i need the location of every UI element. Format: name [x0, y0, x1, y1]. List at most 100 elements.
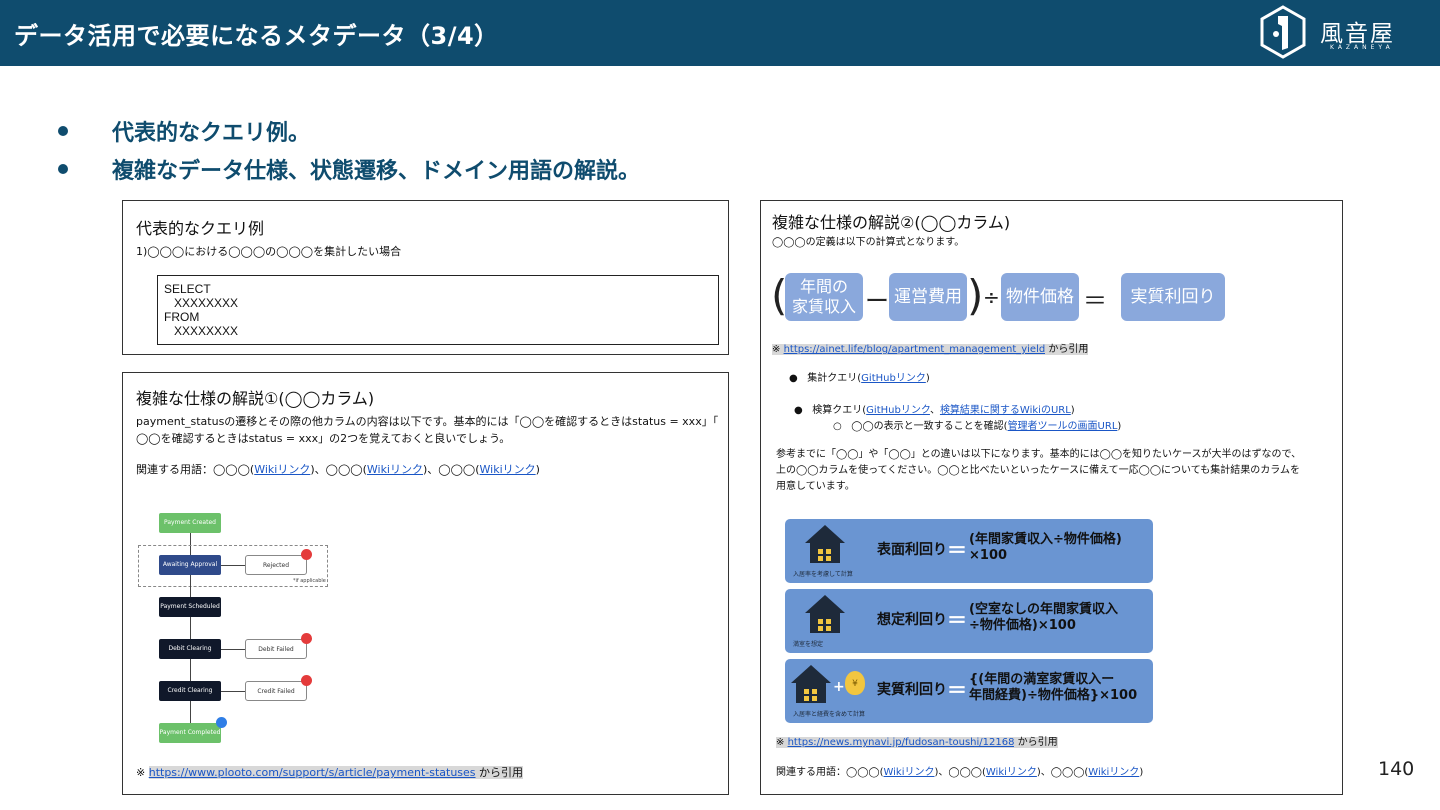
wiki-link[interactable]: Wikiリンク [1088, 767, 1139, 778]
formula-box-text: 家賃収入 [791, 297, 856, 316]
formula-minus: ー [865, 287, 889, 315]
terms-label: 関連する用語：◯◯◯( [776, 767, 884, 778]
flow-connector [190, 617, 191, 639]
slide-title: データ活用で必要になるメタデータ（3/4） [14, 22, 499, 50]
flow-node-payment-created: Payment Created [159, 513, 221, 533]
sql-line: XXXXXXXX [164, 324, 239, 338]
reference-note-line: 参考までに「◯◯」や「◯◯」との違いは以下になります。基本的には◯◯を知りたいケ… [776, 449, 1302, 460]
terms-separator: )、◯◯◯( [934, 767, 986, 778]
source-link[interactable]: https://ainet.life/blog/apartment_manage… [783, 344, 1046, 355]
yield-card-formula: {(年間の満室家賃収入ー 年間経費)÷物件価格}×100 [969, 672, 1137, 704]
panel-title: 代表的なクエリ例 [136, 219, 265, 238]
source-citation: ※ https://ainet.life/blog/apartment_mana… [772, 342, 1089, 358]
yield-card-caption: 入居率を考慮して計算 [793, 571, 853, 578]
search-query-label: 検算クエリ( [812, 405, 867, 416]
yield-formula-line: 年間経費)÷物件価格}×100 [969, 688, 1138, 703]
terms-end: ) [1139, 767, 1144, 778]
admin-tool-link[interactable]: 管理者ツールの画面URL [1008, 421, 1118, 432]
yield-card-formula: (空室なしの年間家賃収入 ÷物件価格)×100 [969, 602, 1118, 634]
house-icon [791, 665, 831, 705]
payment-status-flow-diagram: Payment Created Awaiting Approval Reject… [123, 373, 730, 796]
bullet-item: 代表的なクエリ例。 [58, 112, 640, 150]
bullet-item: 複雑なデータ仕様、状態遷移、ドメイン用語の解説。 [58, 150, 640, 188]
if-applicable-note: *if applicable [293, 578, 326, 584]
sub-bullet-end: ) [1117, 421, 1122, 432]
source-prefix: ※ [136, 766, 149, 779]
yield-card-caption: 満室を想定 [793, 641, 824, 648]
logo-text: 風音屋 [1320, 21, 1395, 47]
yield-formula: ( 年間の 家賃収入 ー 運営費用 ) ÷ 物件価格 ＝ 実質利回り [761, 201, 1344, 331]
yield-card-caption: 入居率と経費を含めて計算 [793, 711, 866, 718]
error-dot-icon [301, 549, 312, 560]
yield-formula-line: (年間家賃収入÷物件価格) [969, 532, 1122, 547]
sql-code-block: SELECT XXXXXXXX FROM XXXXXXXX [157, 275, 719, 345]
yield-card-equals: ＝ [947, 608, 967, 632]
flow-connector [221, 565, 245, 566]
list-sub-bullet: ○ [833, 421, 852, 432]
wiki-link[interactable]: Wikiリンク [986, 767, 1037, 778]
github-link[interactable]: GitHubリンク [866, 405, 930, 416]
search-separator: 、 [929, 405, 940, 416]
slide-header: データ活用で必要になるメタデータ（3/4） 風音屋 KAZANEYA [0, 0, 1440, 66]
formula-box-property-price: 物件価格 [1001, 273, 1079, 321]
spec-explanation-panel-1: 複雑な仕様の解説①(◯◯カラム) payment_statusの遷移とその際の他… [122, 372, 729, 795]
kazaneya-logo: 風音屋 KAZANEYA [1258, 4, 1408, 62]
verification-sub-item: ○ ◯◯の表示と一致することを確認(管理者ツールの画面URL) [833, 419, 1121, 435]
flow-connector [190, 659, 191, 681]
flow-node-awaiting-approval: Awaiting Approval [159, 555, 221, 575]
formula-close-paren: ) [967, 271, 984, 320]
sql-line: XXXXXXXX [164, 296, 239, 310]
flow-node-rejected: Rejected [245, 555, 307, 575]
source-suffix: から引用 [475, 766, 524, 779]
bullet-text: 代表的なクエリ例。 [112, 121, 311, 146]
aggregation-query-item: ● 集計クエリ(GitHubリンク) [789, 371, 930, 387]
formula-equals: ＝ [1083, 287, 1107, 315]
formula-divide: ÷ [983, 285, 1000, 309]
yield-card-title: 想定利回り [877, 612, 947, 628]
logo-subtext: KAZANEYA [1330, 44, 1394, 51]
source-link[interactable]: https://news.mynavi.jp/fudosan-toushi/12… [787, 737, 1015, 748]
bullet-list: 代表的なクエリ例。 複雑なデータ仕様、状態遷移、ドメイン用語の解説。 [58, 112, 640, 188]
sub-bullet-label: ◯◯の表示と一致することを確認( [851, 421, 1008, 432]
formula-box-text: 年間の [799, 277, 848, 296]
yield-card-title: 表面利回り [877, 542, 947, 558]
yield-card-surface: 入居率を考慮して計算 表面利回り ＝ (年間家賃収入÷物件価格) ×100 [785, 519, 1153, 583]
check-dot-icon [216, 717, 227, 728]
reference-note-line: 上の◯◯カラムを使ってください。◯◯と比べたいといったケースに備えて一応◯◯につ… [776, 465, 1300, 476]
yield-card-actual: + ¥ 入居率と経費を含めて計算 実質利回り ＝ {(年間の満室家賃収入ー 年間… [785, 659, 1153, 723]
page-number: 140 [1378, 758, 1415, 780]
yield-card-equals: ＝ [947, 678, 967, 702]
query-example-panel: 代表的なクエリ例 1)◯◯◯における◯◯◯の◯◯◯を集計したい場合 SELECT… [122, 200, 729, 355]
source-citation: ※ https://www.plooto.com/support/s/artic… [136, 764, 524, 781]
formula-box-actual-yield: 実質利回り [1121, 273, 1225, 321]
plus-icon: + [833, 679, 845, 695]
source-link[interactable]: https://www.plooto.com/support/s/article… [148, 766, 476, 779]
source-suffix: から引用 [1045, 344, 1089, 355]
flow-node-credit-failed: Credit Failed [245, 681, 307, 701]
yield-formula-line: {(年間の満室家賃収入ー [969, 672, 1115, 687]
house-icon [805, 595, 845, 635]
github-link[interactable]: GitHubリンク [861, 373, 926, 384]
yield-card-equals: ＝ [947, 538, 967, 562]
query-description: 1)◯◯◯における◯◯◯の◯◯◯を集計したい場合 [136, 245, 402, 258]
source-prefix: ※ [772, 344, 784, 355]
formula-box-operating-cost: 運営費用 [889, 273, 967, 321]
flow-connector [190, 575, 191, 597]
yield-formula-line: ×100 [969, 548, 1008, 563]
flow-connector [190, 701, 191, 723]
verification-wiki-link[interactable]: 検算結果に関するWikiのURL [940, 405, 1071, 416]
agg-query-end: ) [925, 373, 930, 384]
flow-node-debit-failed: Debit Failed [245, 639, 307, 659]
sql-line: SELECT [164, 282, 211, 296]
bullet-dot-icon [58, 164, 68, 174]
error-dot-icon [301, 675, 312, 686]
list-bullet: ● [794, 405, 813, 416]
wiki-link[interactable]: Wikiリンク [883, 767, 934, 778]
yield-card-estimated: 満室を想定 想定利回り ＝ (空室なしの年間家賃収入 ÷物件価格)×100 [785, 589, 1153, 653]
logo-mark-icon [1260, 5, 1306, 59]
money-bag-icon: ¥ [845, 671, 865, 695]
source-prefix: ※ [776, 737, 788, 748]
formula-box-annual-rent: 年間の 家賃収入 [785, 273, 863, 321]
house-icon [805, 525, 845, 565]
yield-card-title: 実質利回り [877, 682, 947, 698]
